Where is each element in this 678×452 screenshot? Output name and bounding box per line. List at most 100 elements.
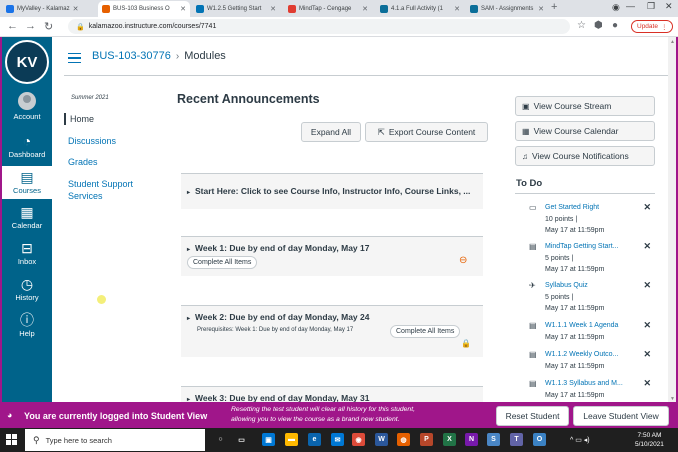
course-nav-student-support[interactable]: Student Support <box>68 178 133 190</box>
nav-help[interactable]: ⓘ Help <box>2 312 52 342</box>
module-week-2[interactable]: ▸ Week 2: Due by end of day Monday, May 2… <box>181 305 483 357</box>
todo-link[interactable]: W1.1.2 Weekly Outco... <box>545 349 618 360</box>
extensions-icon[interactable]: ⬢ <box>594 20 603 31</box>
nav-account[interactable]: Account <box>2 92 52 124</box>
nav-history[interactable]: ◷ History <box>2 276 52 306</box>
calendar-icon: ▦ <box>522 126 530 136</box>
view-course-stream-button[interactable]: ▣ View Course Stream <box>515 96 655 116</box>
task-view-icon[interactable]: ▭ <box>235 433 248 446</box>
scroll-down-icon[interactable]: ▼ <box>670 396 675 402</box>
browser-tab[interactable]: MindTap - Cengage ✕ <box>284 1 372 17</box>
dismiss-icon[interactable]: ✕ <box>643 349 651 360</box>
star-icon[interactable]: ☆ <box>577 20 586 31</box>
course-nav-services[interactable]: Services <box>68 190 103 202</box>
file-explorer-icon[interactable]: ▬ <box>285 433 298 446</box>
browser-tab-active[interactable]: BUS-103 Business O ✕ <box>98 1 190 17</box>
excel-icon[interactable]: X <box>443 433 456 446</box>
todo-link[interactable]: W1.1.1 Week 1 Agenda <box>545 320 618 331</box>
view-course-notifications-button[interactable]: ♫ View Course Notifications <box>515 146 655 166</box>
reset-student-button[interactable]: Reset Student <box>496 406 569 426</box>
course-nav-home[interactable]: Home <box>64 113 94 125</box>
maximize-icon[interactable]: ❐ <box>647 1 655 12</box>
browser-tab[interactable]: W1.2.5 Getting Start ✕ <box>192 1 280 17</box>
student-view-message: You are currently logged into Student Vi… <box>24 411 208 421</box>
todo-link[interactable]: MindTap Getting Start... <box>545 241 619 252</box>
windows-start-icon[interactable] <box>6 434 17 445</box>
logo[interactable]: KV <box>5 40 49 84</box>
leave-student-view-button[interactable]: Leave Student View <box>573 406 669 426</box>
browser-tab[interactable]: 4.1.a Full Activity (1 ✕ <box>376 1 464 17</box>
todo-item: ▤ MindTap Getting Start... 5 points | Ma… <box>529 241 651 273</box>
back-icon[interactable]: ← <box>7 20 18 32</box>
page-title: Recent Announcements <box>177 92 320 106</box>
export-icon: ⇱ <box>377 126 385 137</box>
nav-courses[interactable]: ▤ Courses <box>2 166 52 199</box>
account-icon[interactable]: ● <box>612 20 618 31</box>
edge-icon[interactable]: e <box>308 433 321 446</box>
caret-right-icon: ▸ <box>187 247 191 253</box>
scroll-up-icon[interactable]: ▲ <box>670 39 675 45</box>
close-tab-icon[interactable]: ✕ <box>359 5 368 13</box>
close-window-icon[interactable]: ✕ <box>665 1 673 12</box>
export-course-content-button[interactable]: ⇱ Export Course Content <box>365 122 488 142</box>
tab-favicon-icon <box>102 5 110 13</box>
header-divider <box>64 75 668 76</box>
teams-icon[interactable]: T <box>510 433 523 446</box>
dismiss-icon[interactable]: ✕ <box>643 241 651 252</box>
course-nav-grades[interactable]: Grades <box>68 156 98 168</box>
module-week-3[interactable]: ▸ Week 3: Due by end of day Monday, May 3… <box>181 386 483 403</box>
nav-dashboard[interactable]: ◔ Dashboard <box>2 133 52 163</box>
todo-item: ▤ W1.1.2 Weekly Outco... May 17 at 11:59… <box>529 349 651 370</box>
hamburger-icon[interactable] <box>68 53 81 63</box>
taskbar-clock[interactable]: 7:50 AM 5/10/2021 <box>635 431 664 449</box>
minimize-icon[interactable]: — <box>626 1 635 11</box>
profile-icon[interactable]: ◉ <box>612 2 620 13</box>
taskbar-search[interactable]: ⚲ Type here to search <box>25 429 205 451</box>
update-button[interactable]: Update ⋮ <box>631 20 674 33</box>
view-course-calendar-button[interactable]: ▦ View Course Calendar <box>515 121 655 141</box>
mail-icon[interactable]: ✉ <box>331 433 344 446</box>
sam-icon[interactable]: S <box>487 433 500 446</box>
onenote-icon[interactable]: N <box>465 433 478 446</box>
chrome-icon[interactable]: ◉ <box>352 433 365 446</box>
new-tab-button[interactable]: + <box>551 1 557 13</box>
todo-link[interactable]: Get Started Right <box>545 202 599 213</box>
assignment-icon: ▤ <box>529 242 537 251</box>
dismiss-icon[interactable]: ✕ <box>643 280 651 291</box>
close-tab-icon[interactable]: ✕ <box>177 5 186 13</box>
breadcrumb-course[interactable]: BUS-103-30776 <box>92 50 171 62</box>
cortana-icon[interactable]: ○ <box>214 433 227 446</box>
browser-tab[interactable]: MyValley - Kalamaz ✕ <box>2 1 82 17</box>
close-tab-icon[interactable]: ✕ <box>267 5 276 13</box>
course-nav-discussions[interactable]: Discussions <box>68 135 116 147</box>
store-icon[interactable]: ▣ <box>262 433 275 446</box>
caret-right-icon: ▸ <box>187 397 191 403</box>
tab-favicon-icon <box>6 5 14 13</box>
module-week-1[interactable]: ▸ Week 1: Due by end of day Monday, May 1… <box>181 236 483 276</box>
page-scrollbar[interactable]: ▲ ▼ <box>668 37 676 402</box>
word-icon[interactable]: W <box>375 433 388 446</box>
student-view-bar: ◕ You are currently logged into Student … <box>0 404 678 428</box>
nav-calendar[interactable]: ▦ Calendar <box>2 204 52 234</box>
todo-link[interactable]: Syllabus Quiz <box>545 280 588 291</box>
browser-tab[interactable]: SAM - Assignments ✕ <box>466 1 548 17</box>
completion-requirement-badge: Complete All Items <box>390 325 461 338</box>
system-tray-icons[interactable]: ^ ▭ ◂) <box>570 436 590 444</box>
expand-all-button[interactable]: Expand All <box>301 122 361 142</box>
close-tab-icon[interactable]: ✕ <box>535 5 544 13</box>
reload-icon[interactable]: ↻ <box>44 20 53 33</box>
forward-icon[interactable]: → <box>25 20 36 32</box>
close-tab-icon[interactable]: ✕ <box>70 5 79 13</box>
outlook-icon[interactable]: O <box>533 433 546 446</box>
dismiss-icon[interactable]: ✕ <box>643 378 651 389</box>
address-bar[interactable]: 🔒 kalamazoo.instructure.com/courses/7741 <box>68 19 570 34</box>
dismiss-icon[interactable]: ✕ <box>643 320 651 331</box>
module-start-here[interactable]: ▸ Start Here: Click to see Course Info, I… <box>181 173 483 209</box>
minus-circle-icon: ⊖ <box>459 255 468 266</box>
dismiss-icon[interactable]: ✕ <box>643 202 651 213</box>
close-tab-icon[interactable]: ✕ <box>451 5 460 13</box>
powerpoint-icon[interactable]: P <box>420 433 433 446</box>
firefox-icon[interactable]: ◍ <box>397 433 410 446</box>
todo-link[interactable]: W1.1.3 Syllabus and M... <box>545 378 623 389</box>
nav-inbox[interactable]: ⊟ Inbox <box>2 240 52 270</box>
